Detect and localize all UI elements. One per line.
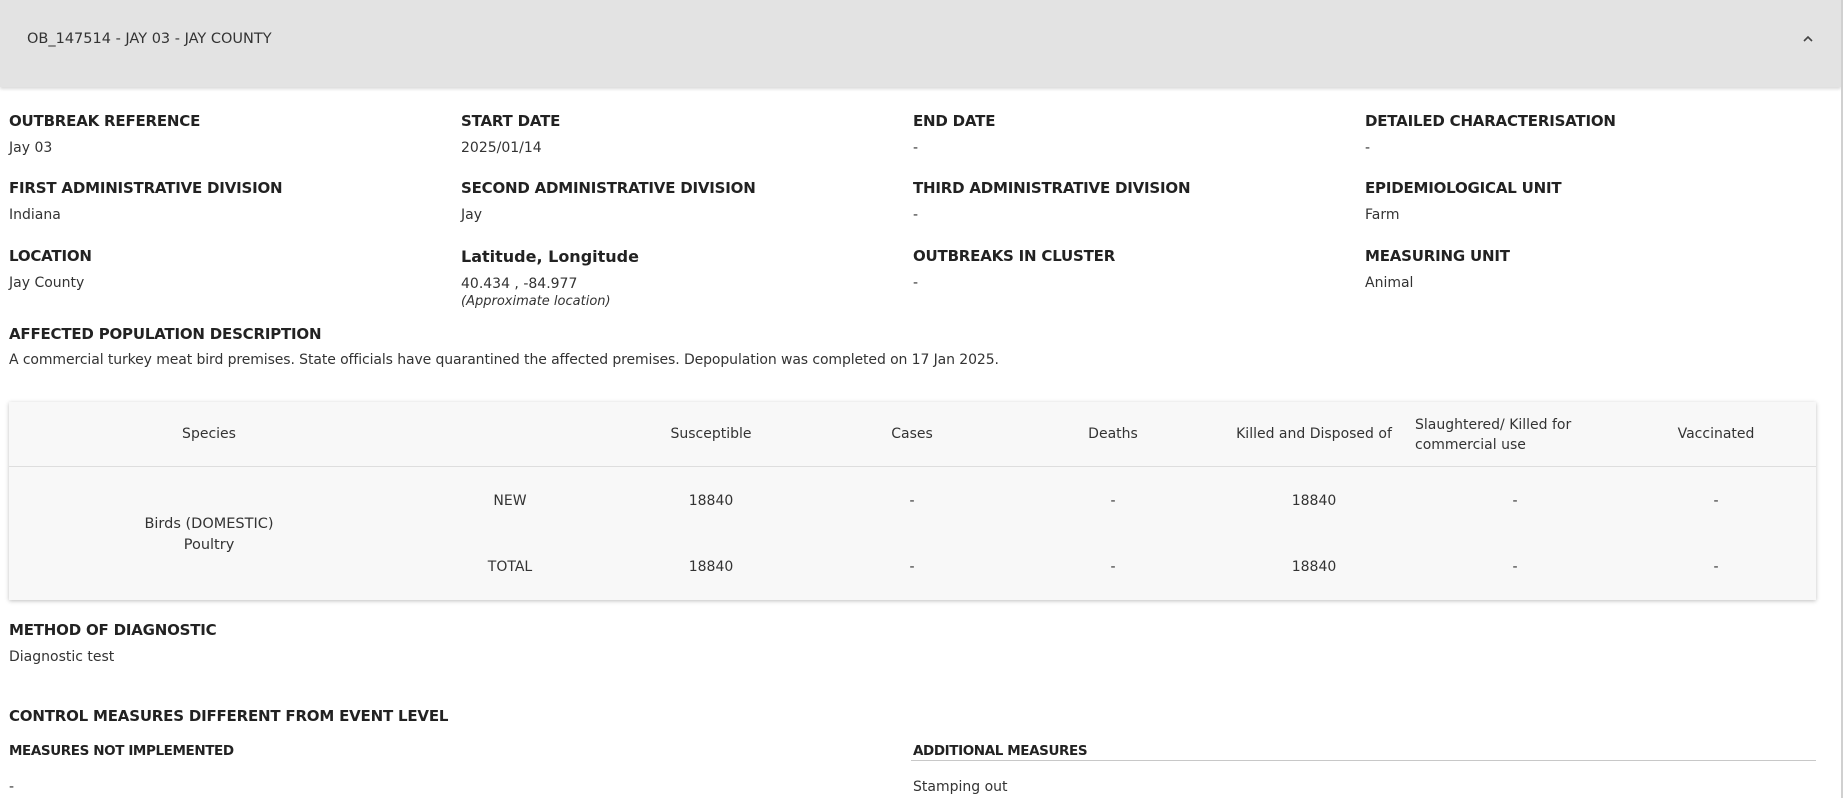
field-value: Diagnostic test <box>9 649 115 665</box>
field-label: OUTBREAK REFERENCE <box>9 112 201 130</box>
field-value: Jay County <box>9 275 85 291</box>
row-new-slaughtered: - <box>1512 493 1518 509</box>
affected-population-description: A commercial turkey meat bird premises. … <box>9 352 999 368</box>
measures-not-implemented-label: MEASURES NOT IMPLEMENTED <box>9 743 234 759</box>
location-field: LOCATION Jay County <box>9 247 92 291</box>
field-label: MEASURING UNIT <box>1365 247 1510 265</box>
start-date-field: START DATE 2025/01/14 <box>461 112 560 156</box>
field-value: Jay 03 <box>9 140 53 156</box>
outbreaks-in-cluster-field: OUTBREAKS IN CLUSTER - <box>913 247 1115 291</box>
field-value: Animal <box>1365 275 1414 291</box>
lat-long-field: Latitude, Longitude 40.434 , -84.977 (Ap… <box>461 247 639 309</box>
control-measures-section: CONTROL MEASURES DIFFERENT FROM EVENT LE… <box>9 707 448 725</box>
row-total-deaths: - <box>1110 559 1116 575</box>
row-total-label: TOTAL <box>487 559 533 575</box>
field-value: Indiana <box>9 207 61 223</box>
field-label: START DATE <box>461 112 561 130</box>
species-table: Species Susceptible Cases Deaths Killed … <box>9 402 1816 600</box>
field-value: - <box>1365 140 1371 156</box>
chevron-up-icon[interactable] <box>1801 32 1815 46</box>
second-admin-division-field: SECOND ADMINISTRATIVE DIVISION Jay <box>461 179 756 223</box>
third-admin-division-field: THIRD ADMINISTRATIVE DIVISION - <box>913 179 1191 223</box>
affected-population-field: AFFECTED POPULATION DESCRIPTION <box>9 325 322 343</box>
field-value: - <box>913 275 919 291</box>
field-value: 2025/01/14 <box>461 140 542 156</box>
field-value: - <box>913 207 919 223</box>
row-total-slaughtered: - <box>1512 559 1518 575</box>
measures-not-implemented-value: - <box>9 779 15 795</box>
field-value: - <box>913 140 919 156</box>
row-new-vaccinated: - <box>1713 493 1719 509</box>
header-slaughtered-line1: Slaughtered/ Killed for <box>1415 417 1572 433</box>
header-deaths: Deaths <box>1088 426 1138 442</box>
epidemiological-unit-field: EPIDEMIOLOGICAL UNIT Farm <box>1365 179 1562 223</box>
header-slaughtered-line2: commercial use <box>1415 437 1526 453</box>
row-new-killed: 18840 <box>1291 493 1337 509</box>
field-label: THIRD ADMINISTRATIVE DIVISION <box>913 179 1191 197</box>
row-new-susceptible: 18840 <box>688 493 734 509</box>
field-label: Latitude, Longitude <box>461 247 639 266</box>
detailed-characterisation-field: DETAILED CHARACTERISATION - <box>1365 112 1616 156</box>
field-label: END DATE <box>913 112 996 130</box>
coordinates-value: 40.434 , -84.977 <box>461 276 578 292</box>
species-cell: Birds (DOMESTIC) Poultry <box>144 514 273 556</box>
field-label: EPIDEMIOLOGICAL UNIT <box>1365 179 1562 197</box>
species-name: Birds (DOMESTIC) <box>144 516 274 532</box>
end-date-field: END DATE - <box>913 112 995 156</box>
field-value: Farm <box>1365 207 1400 223</box>
header-susceptible: Susceptible <box>670 426 752 442</box>
header-cases: Cases <box>891 426 933 442</box>
approximate-location-note: (Approximate location) <box>461 294 611 309</box>
divider <box>911 760 1816 761</box>
field-label: OUTBREAKS IN CLUSTER <box>913 247 1116 265</box>
row-new-deaths: - <box>1110 493 1116 509</box>
first-admin-division-field: FIRST ADMINISTRATIVE DIVISION Indiana <box>9 179 283 223</box>
row-total-susceptible: 18840 <box>688 559 734 575</box>
outbreak-reference-field: OUTBREAK REFERENCE Jay 03 <box>9 112 200 156</box>
header-vaccinated: Vaccinated <box>1677 426 1755 442</box>
field-label: DETAILED CHARACTERISATION <box>1365 112 1616 130</box>
additional-measures-label: ADDITIONAL MEASURES <box>913 743 1088 759</box>
header-killed-disposed: Killed and Disposed of <box>1236 426 1392 442</box>
field-label: FIRST ADMINISTRATIVE DIVISION <box>9 179 283 197</box>
field-label: METHOD OF DIAGNOSTIC <box>9 621 217 639</box>
row-total-vaccinated: - <box>1713 559 1719 575</box>
panel-title: OB_147514 - JAY 03 - JAY COUNTY <box>27 31 272 47</box>
header-species: Species <box>182 426 236 442</box>
measuring-unit-field: MEASURING UNIT Animal <box>1365 247 1510 291</box>
field-label: AFFECTED POPULATION DESCRIPTION <box>9 325 322 343</box>
field-label: LOCATION <box>9 247 92 265</box>
method-of-diagnostic-field: METHOD OF DIAGNOSTIC Diagnostic test <box>9 621 217 665</box>
additional-measures-value: Stamping out <box>913 779 1008 795</box>
species-category: Poultry <box>183 537 235 553</box>
row-new-cases: - <box>909 493 915 509</box>
control-measures-title: CONTROL MEASURES DIFFERENT FROM EVENT LE… <box>9 707 449 725</box>
field-label: SECOND ADMINISTRATIVE DIVISION <box>461 179 756 197</box>
header-slaughtered: Slaughtered/ Killed for commercial use <box>1415 415 1571 455</box>
row-total-cases: - <box>909 559 915 575</box>
row-total-killed: 18840 <box>1291 559 1337 575</box>
outbreak-panel-header[interactable]: OB_147514 - JAY 03 - JAY COUNTY <box>0 0 1841 87</box>
row-new-label: NEW <box>493 493 527 509</box>
field-value: Jay <box>461 207 482 223</box>
